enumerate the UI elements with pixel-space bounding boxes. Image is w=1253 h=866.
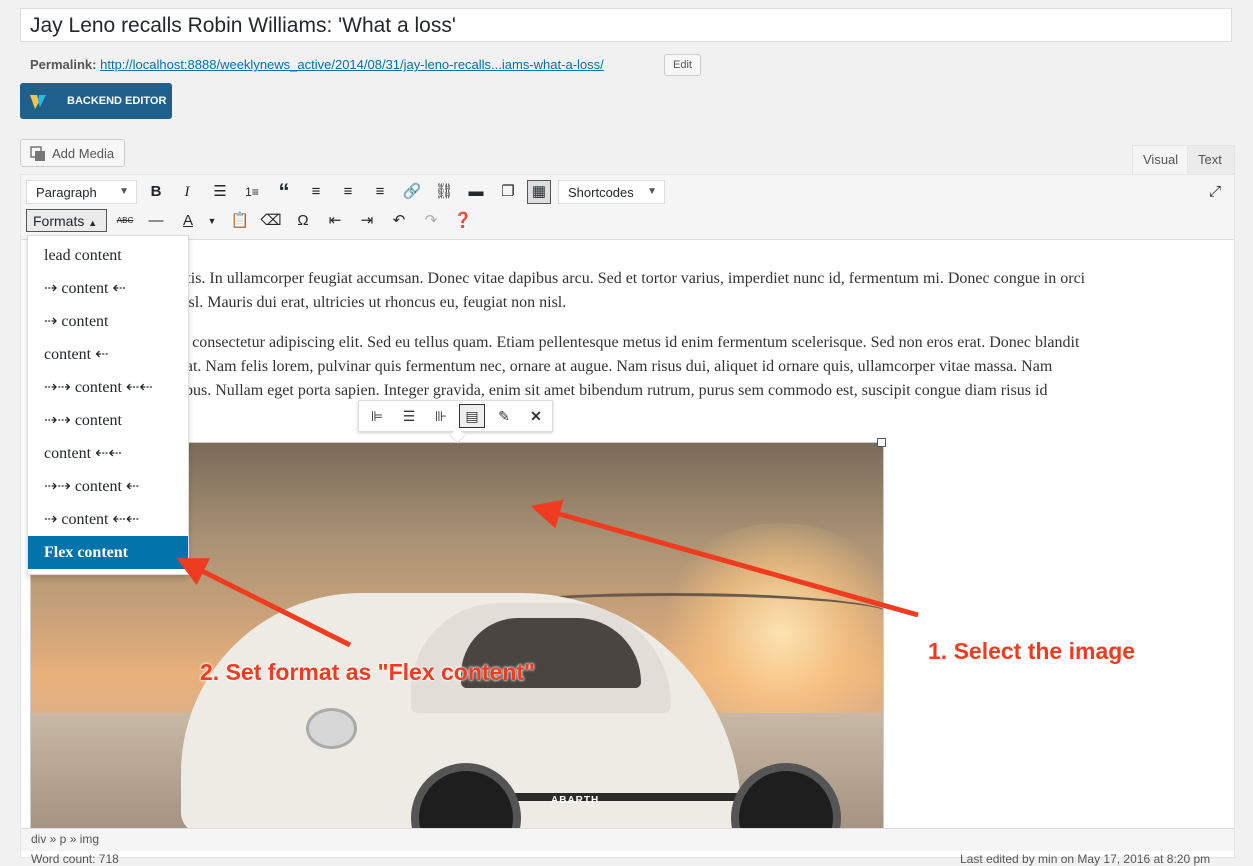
annotation-step-1: 1. Select the image — [928, 638, 1136, 664]
arrow-to-image — [530, 499, 919, 618]
annotation-step-2: 2. Set format as "Flex content" — [200, 659, 535, 685]
arrow-to-flex-content — [176, 558, 352, 648]
annotation-arrows — [176, 499, 919, 648]
